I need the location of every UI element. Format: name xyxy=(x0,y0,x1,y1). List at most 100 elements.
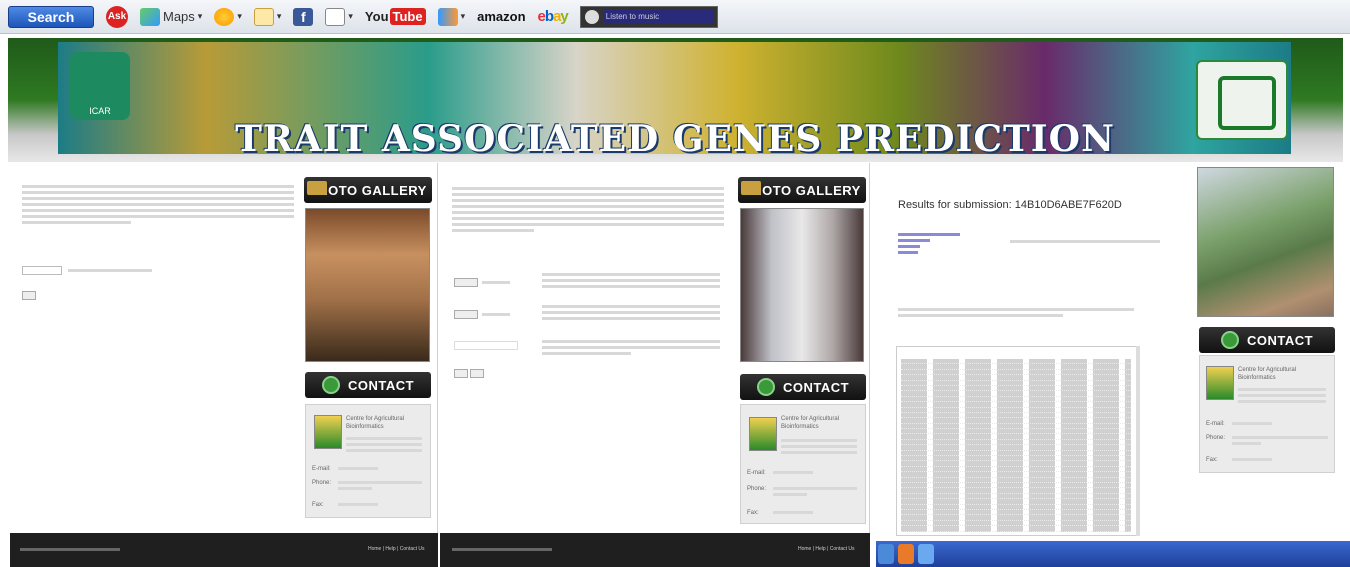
fax-value xyxy=(338,503,378,509)
notes-menu[interactable]: ▾ xyxy=(325,7,353,26)
copyright-text xyxy=(452,548,552,554)
weather-menu[interactable]: ▾ xyxy=(214,7,242,26)
music-label: Listen to music xyxy=(602,9,713,24)
mail-menu[interactable]: ▾ xyxy=(253,7,282,26)
amazon-link[interactable]: amazon xyxy=(477,9,525,24)
download-text xyxy=(898,308,1134,320)
phone-label: Phone: xyxy=(1206,435,1226,441)
fax-label: Fax: xyxy=(747,510,759,516)
file-hint xyxy=(482,313,510,319)
contact-org: Centre for Agricultural Bioinformatics xyxy=(1238,367,1297,381)
fax-value xyxy=(773,511,813,517)
contact-header: CONTACT xyxy=(1199,327,1335,353)
photo-gallery-header: PHOTO GALLERY xyxy=(738,177,866,203)
chevron-down-icon: ▾ xyxy=(348,11,353,21)
mail-icon xyxy=(253,7,274,26)
sample-instructions xyxy=(542,305,720,323)
gallery-photo-3[interactable] xyxy=(1197,167,1334,317)
media-player-icon[interactable] xyxy=(898,544,914,564)
contact-address xyxy=(781,439,857,457)
contact-icon xyxy=(756,378,775,396)
contact-address xyxy=(1238,388,1326,406)
windows-taskbar xyxy=(876,541,1350,567)
games-icon xyxy=(437,7,458,26)
icar-logo: ICAR xyxy=(70,52,130,120)
camera-icon xyxy=(741,181,761,195)
contact-label: CONTACT xyxy=(1246,332,1314,348)
facebook-icon[interactable]: f xyxy=(293,7,314,26)
contact-org: Centre for Agricultural Bioinformatics xyxy=(346,416,405,430)
icar-logo-text: ICAR xyxy=(89,106,111,116)
cancel-button[interactable] xyxy=(470,369,484,378)
photo-gallery-header: PHOTO GALLERY xyxy=(304,177,432,203)
browser-toolbar: Search Ask Maps ▾ ▾ ▾ f ▾ You Tube ▾ amaz… xyxy=(0,0,1350,34)
contact-box: Centre for Agricultural Bioinformatics E… xyxy=(305,404,431,518)
result-links xyxy=(898,233,960,257)
fax-label: Fax: xyxy=(1206,457,1218,463)
phone-label: Phone: xyxy=(747,486,767,492)
youtube-tube-label: Tube xyxy=(389,8,426,25)
phone-value xyxy=(1232,436,1328,448)
chevron-down-icon: ▾ xyxy=(237,11,242,21)
phone-label: Phone: xyxy=(312,480,332,486)
youtube-label: You xyxy=(364,9,389,24)
results-table[interactable] xyxy=(896,346,1140,536)
result-params xyxy=(1010,240,1160,246)
results-title: Results for submission: 14B10D6ABE7F620D xyxy=(898,199,1122,211)
email-label: E-mail: xyxy=(1206,421,1225,427)
footer-links[interactable]: Home | Help | Contact Us xyxy=(798,546,855,552)
copyright-text xyxy=(20,548,120,554)
password-field[interactable] xyxy=(22,266,62,275)
maps-label: Maps xyxy=(163,9,195,24)
results-table-rows xyxy=(901,359,1131,532)
music-player[interactable]: Listen to music xyxy=(579,5,718,28)
gallery-photo-1[interactable] xyxy=(305,208,430,362)
email-label: E-mail: xyxy=(312,466,331,472)
contact-label: CONTACT xyxy=(782,379,850,395)
camera-icon xyxy=(307,181,327,195)
fax-value xyxy=(1232,458,1272,464)
start-icon[interactable] xyxy=(878,544,894,564)
cabin-logo xyxy=(1196,60,1288,140)
explorer-icon[interactable] xyxy=(918,544,934,564)
contact-icon xyxy=(1220,331,1239,349)
chevron-down-icon: ▾ xyxy=(460,11,466,21)
password-hint xyxy=(68,269,152,275)
upload-instructions xyxy=(542,273,720,291)
email-value xyxy=(773,471,813,477)
results-scrollbar[interactable] xyxy=(1136,346,1140,536)
games-menu[interactable]: ▾ xyxy=(437,7,466,26)
analyse-button[interactable] xyxy=(454,369,468,378)
contact-box: Centre for Agricultural Bioinformatics E… xyxy=(1199,355,1335,473)
choose-file-button[interactable] xyxy=(454,278,478,287)
maps-menu[interactable]: Maps ▾ xyxy=(140,7,203,26)
ebay-link[interactable]: ebay xyxy=(538,8,569,25)
contact-header: CONTACT xyxy=(740,374,866,400)
maps-icon xyxy=(140,7,160,26)
email-value xyxy=(338,467,378,473)
significance-field[interactable] xyxy=(454,341,518,350)
chevron-down-icon: ▾ xyxy=(276,11,282,21)
gallery-photo-2[interactable] xyxy=(740,208,864,362)
youtube-link[interactable]: You Tube xyxy=(364,8,426,25)
ask-icon[interactable]: Ask xyxy=(106,5,128,28)
choose-file-button[interactable] xyxy=(454,310,478,319)
search-button[interactable]: Search xyxy=(8,5,94,28)
file-hint xyxy=(482,281,510,287)
email-label: E-mail: xyxy=(747,470,766,476)
chevron-down-icon: ▾ xyxy=(197,11,203,21)
significance-instructions xyxy=(542,340,720,358)
phone-value xyxy=(338,481,422,493)
cabin-emblem-icon xyxy=(749,417,777,451)
login-button[interactable] xyxy=(22,291,36,300)
phone-value xyxy=(773,487,857,499)
play-icon[interactable] xyxy=(584,9,599,24)
intro-text xyxy=(22,185,294,227)
contact-label: CONTACT xyxy=(347,377,415,393)
cabin-emblem-icon xyxy=(1206,366,1234,400)
footer-links[interactable]: Home | Help | Contact Us xyxy=(368,546,425,552)
contact-box: Centre for Agricultural Bioinformatics E… xyxy=(740,404,866,524)
contact-address xyxy=(346,437,422,455)
notes-icon xyxy=(325,7,346,26)
contact-header: CONTACT xyxy=(305,372,431,398)
